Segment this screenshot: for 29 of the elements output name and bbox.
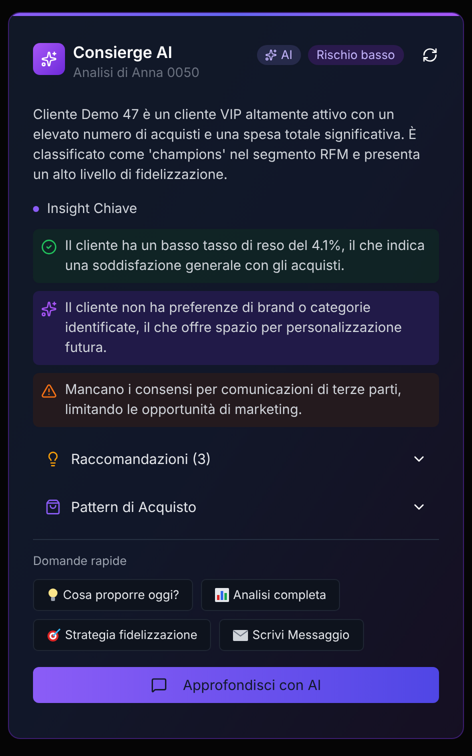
sparkles-icon	[265, 49, 278, 61]
insight-text: Mancano i consensi per comunicazioni di terze parti, limitando le opportunità di marketing.	[65, 381, 403, 420]
summary-text: Cliente Demo 47 è un cliente VIP altamente attivo con un elevato numero di acquisti e una spesa totale significativa. È classificato come 'champions' nel segmento RFM e presenta un alto livello di fidelizzazione.	[33, 106, 422, 185]
accordion-header[interactable]: Raccomandazioni (3)	[33, 435, 439, 484]
section-heading: Insight Chiave	[47, 200, 138, 219]
chat-icon	[150, 677, 167, 694]
accordion-header[interactable]: Pattern di Acquisto	[33, 483, 439, 532]
quick-question-chip[interactable]: Scrivi Messaggio	[219, 619, 364, 652]
sparkles-icon	[41, 51, 57, 67]
card-subtitle: Analisi di Anna 0050	[73, 64, 200, 83]
quick-question-chip[interactable]: Cosa proporre oggi?	[33, 579, 194, 612]
sparkles-icon	[41, 301, 57, 318]
quick-heading: Domande rapide	[33, 552, 128, 570]
warning-icon	[41, 383, 57, 400]
target-icon	[47, 628, 61, 642]
insight-text: Il cliente non ha preferenze di brand o categorie identificate, il che offre spazio per personalizzazione futura.	[65, 299, 403, 358]
insight-text: Il cliente ha un basso tasso di reso del 4.1%, il che indica una soddisfazione generale con gli acquisti.	[65, 237, 426, 276]
quick-question-chip[interactable]: Strategia fidelizzazione	[33, 619, 212, 652]
check-circle-icon	[41, 239, 57, 256]
lightbulb-icon	[47, 588, 59, 602]
envelope-icon	[233, 630, 248, 641]
shopping-bag-icon	[45, 499, 61, 516]
quick-question-chip[interactable]: Analisi completa	[201, 579, 340, 612]
risk-badge: Rischio basso	[308, 45, 404, 65]
refresh-button[interactable]	[421, 46, 439, 64]
ai-badge: AI	[257, 45, 301, 65]
card-title: Consierge AI	[73, 41, 174, 63]
bar-chart-icon	[215, 588, 230, 602]
refresh-icon	[422, 47, 438, 63]
